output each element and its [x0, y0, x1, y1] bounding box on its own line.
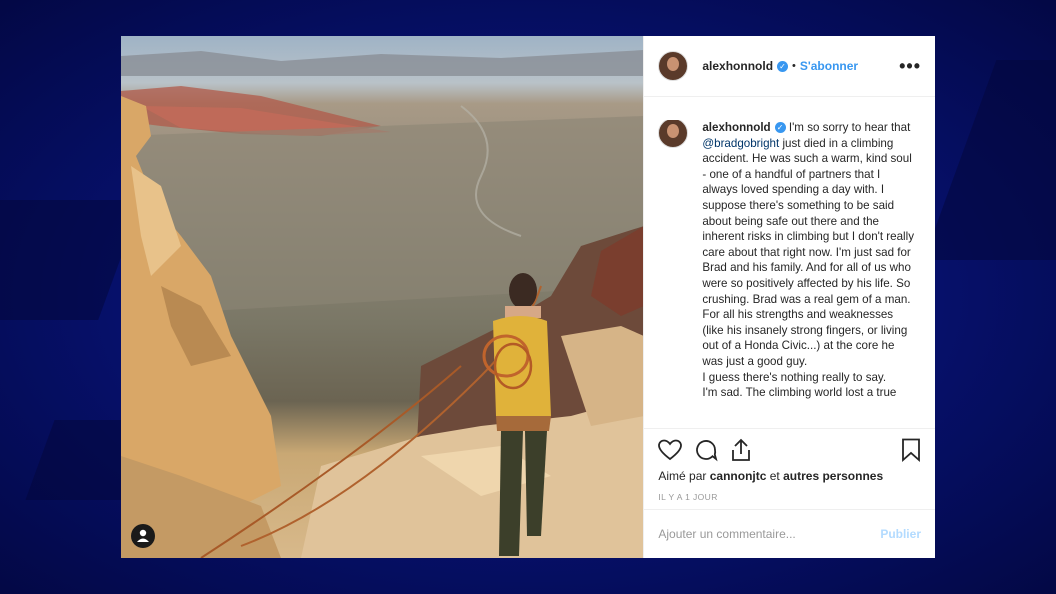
bookmark-icon[interactable] [901, 438, 921, 462]
likes-text: Aimé par cannonjtc et autres personnes [658, 469, 921, 483]
likes-others-link[interactable]: autres personnes [783, 469, 883, 483]
follow-button[interactable]: S'abonner [800, 59, 858, 73]
avatar[interactable] [658, 51, 689, 81]
caption-part: I guess there's nothing really to say. [702, 370, 887, 384]
post-photo [121, 36, 644, 558]
post-sidebar: alexhonnold ✓ • S'abonner ••• alexhonnol… [643, 36, 935, 558]
caption-part: just died in a climbing accident. He was… [702, 136, 915, 368]
post-timestamp: IL Y A 1 JOUR [658, 492, 718, 502]
post-caption: alexhonnold ✓ I'm so sorry to hear that @… [658, 120, 919, 426]
comment-icon[interactable] [694, 438, 718, 462]
caption-username[interactable]: alexhonnold [702, 121, 770, 134]
more-options-button[interactable]: ••• [899, 56, 921, 77]
comment-box: Ajouter un commentaire... Publier [644, 509, 935, 558]
avatar[interactable] [658, 120, 689, 148]
username-link[interactable]: alexhonnold [702, 59, 773, 73]
likes-prefix: Aimé par [658, 469, 707, 483]
likes-conj: et [769, 469, 780, 483]
comment-input[interactable]: Ajouter un commentaire... [658, 527, 880, 541]
photo-illustration [121, 50, 644, 558]
mention-link[interactable]: @bradgobright [702, 137, 779, 150]
caption-text: alexhonnold ✓ I'm so sorry to hear that @… [702, 120, 914, 426]
post-actions: Aimé par cannonjtc et autres personnes I… [644, 428, 935, 502]
verified-icon: ✓ [774, 122, 786, 134]
background-shape [923, 60, 1056, 260]
publish-button[interactable]: Publier [880, 527, 921, 541]
post-header: alexhonnold ✓ • S'abonner ••• [644, 36, 935, 97]
caption-part: I'm sad. The climbing world lost a true [702, 386, 897, 400]
instagram-post: alexhonnold ✓ • S'abonner ••• alexhonnol… [121, 36, 935, 558]
share-icon[interactable] [730, 438, 752, 462]
separator-dot: • [792, 60, 796, 72]
caption-part: I'm so sorry to hear that [788, 121, 911, 134]
likes-user-link[interactable]: cannonjtc [710, 469, 767, 483]
user-tag-icon[interactable] [131, 524, 155, 548]
heart-icon[interactable] [658, 439, 683, 461]
verified-icon: ✓ [777, 60, 789, 72]
